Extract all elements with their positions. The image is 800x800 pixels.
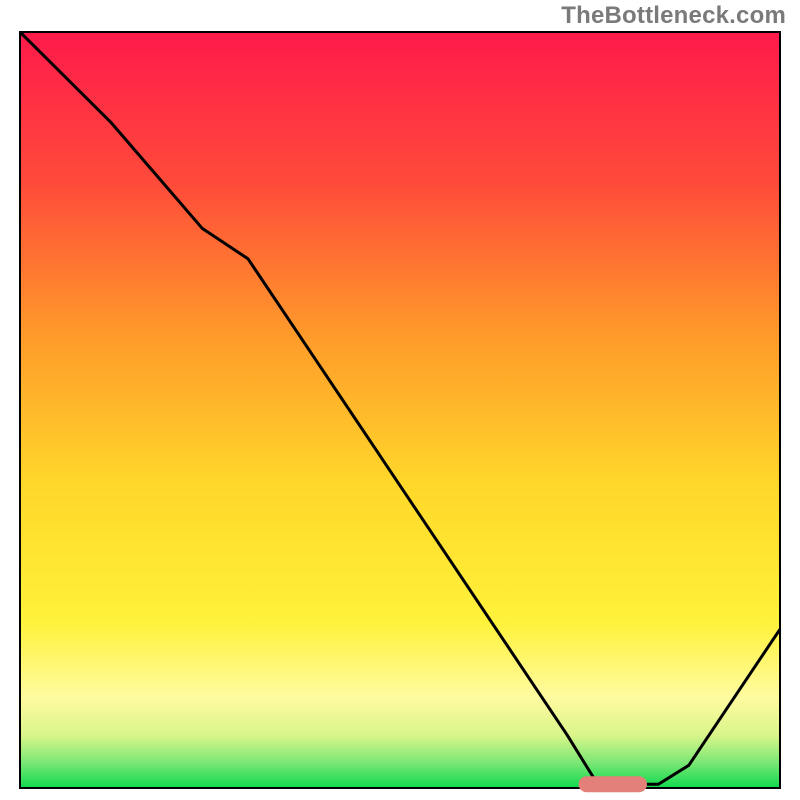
watermark-text: TheBottleneck.com <box>561 2 786 30</box>
optimal-marker <box>579 776 647 792</box>
bottleneck-chart <box>0 0 800 800</box>
chart-container: TheBottleneck.com <box>0 0 800 800</box>
heat-gradient <box>20 32 780 788</box>
